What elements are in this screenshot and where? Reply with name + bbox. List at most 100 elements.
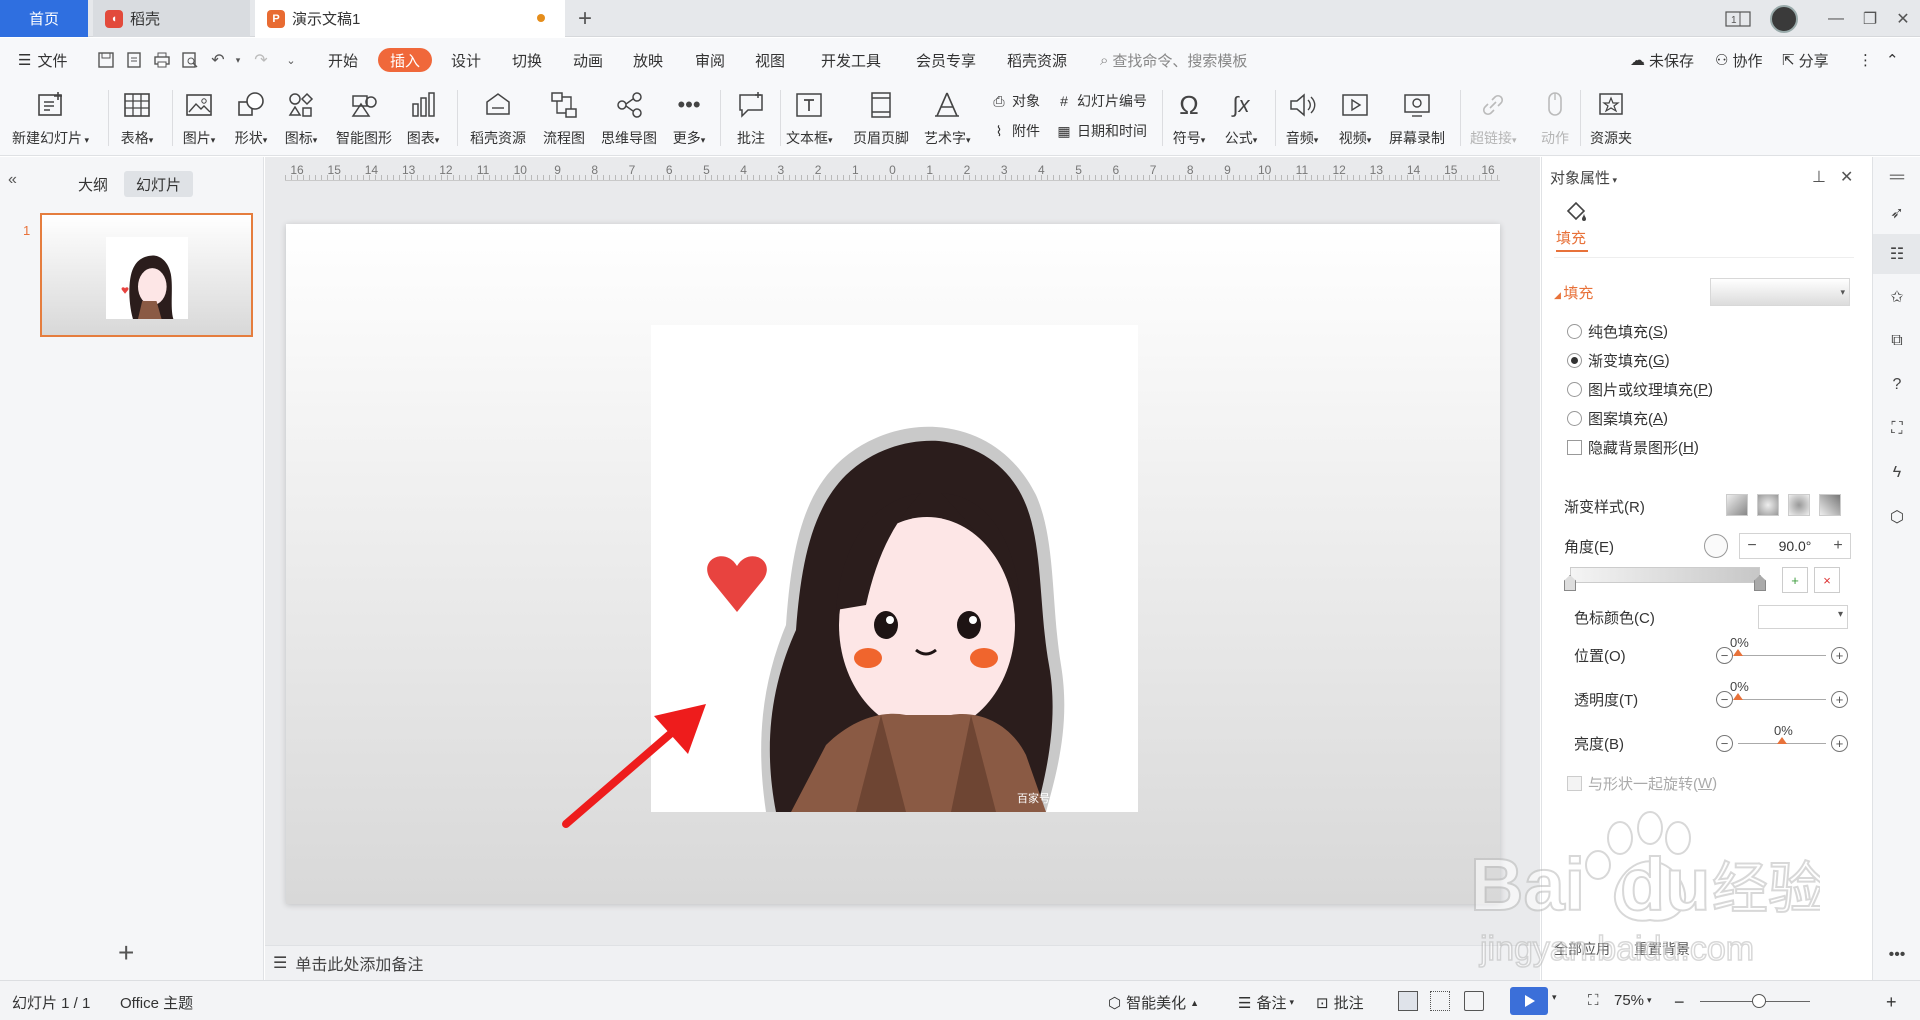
collab-button[interactable]: ⚇ 协作 bbox=[1715, 48, 1762, 72]
apply-all-button[interactable]: 全部应用 bbox=[1554, 939, 1610, 959]
object-properties-icon[interactable]: ☷ bbox=[1873, 234, 1920, 274]
menu-transition[interactable]: 切换 bbox=[512, 48, 542, 72]
undo-icon[interactable]: ↶ bbox=[207, 49, 229, 71]
fit-window-icon[interactable]: ⛶ bbox=[1588, 992, 1599, 1009]
menu-slideshow[interactable]: 放映 bbox=[633, 48, 663, 72]
redo-icon[interactable]: ↷ bbox=[250, 49, 272, 71]
mindmap-button[interactable]: 思维导图 bbox=[601, 84, 657, 154]
flowchart-button[interactable]: 流程图 bbox=[543, 84, 585, 154]
brightness-increment-icon[interactable]: + bbox=[1831, 735, 1848, 752]
help-icon[interactable]: ? bbox=[1885, 373, 1909, 397]
print-icon[interactable] bbox=[151, 49, 173, 71]
gradient-style-path[interactable] bbox=[1819, 494, 1841, 516]
transparency-thumb[interactable] bbox=[1733, 693, 1743, 700]
slide-sorter-icon[interactable] bbox=[1430, 991, 1450, 1011]
slide[interactable]: 百家号 bbox=[286, 224, 1500, 904]
reading-view-icon[interactable] bbox=[1464, 991, 1484, 1011]
wordart-button[interactable]: 艺术字▾ bbox=[924, 84, 971, 154]
menu-design[interactable]: 设计 bbox=[451, 48, 481, 72]
zoom-slider-thumb[interactable] bbox=[1752, 994, 1766, 1008]
zoom-in-icon[interactable]: + bbox=[1886, 992, 1897, 1013]
object-button[interactable]: ⎙ 对象 bbox=[990, 90, 1040, 112]
brightness-decrement-icon[interactable]: − bbox=[1716, 735, 1733, 752]
lightning-icon[interactable]: ϟ bbox=[1885, 461, 1909, 485]
angle-dial[interactable] bbox=[1704, 534, 1728, 558]
menu-animation[interactable]: 动画 bbox=[573, 48, 603, 72]
more-button[interactable]: ••• 更多▾ bbox=[672, 84, 706, 154]
rotate-with-shape-checkbox[interactable] bbox=[1567, 775, 1582, 791]
brightness-slider[interactable]: − 0% + bbox=[1716, 723, 1848, 754]
menu-view[interactable]: 视图 bbox=[755, 48, 785, 72]
comment-toggle-button[interactable]: ⊡ 批注 bbox=[1316, 992, 1364, 1013]
new-tab-button[interactable]: + bbox=[573, 0, 597, 37]
textbox-button[interactable]: 文本框▾ bbox=[786, 84, 833, 154]
close-icon[interactable]: ✕ bbox=[1886, 0, 1920, 37]
header-footer-button[interactable]: 页眉页脚 bbox=[853, 84, 909, 154]
image-edit-icon[interactable]: ⛶ bbox=[1885, 417, 1909, 441]
chart-button[interactable]: 图表▾ bbox=[406, 84, 440, 154]
gradient-style-linear[interactable] bbox=[1726, 494, 1748, 516]
collapse-panel-icon[interactable]: « bbox=[8, 171, 17, 189]
stop-color-dropdown[interactable] bbox=[1758, 605, 1848, 629]
add-slide-button[interactable]: + bbox=[118, 937, 134, 969]
action-button[interactable]: 动作 bbox=[1538, 84, 1572, 154]
brightness-thumb[interactable] bbox=[1777, 737, 1787, 744]
menu-review[interactable]: 审阅 bbox=[695, 48, 725, 72]
audio-button[interactable]: 音频▾ bbox=[1285, 84, 1319, 154]
share-button[interactable]: ⇱ 分享 bbox=[1782, 48, 1829, 72]
menu-start[interactable]: 开始 bbox=[328, 48, 358, 72]
collapse-ribbon-icon[interactable]: ⌃ bbox=[1886, 48, 1899, 72]
angle-spinner[interactable]: − 90.0° + bbox=[1739, 533, 1851, 559]
pattern-fill-radio[interactable] bbox=[1567, 410, 1582, 426]
print-preview-icon[interactable] bbox=[179, 49, 201, 71]
restore-icon[interactable]: ❐ bbox=[1852, 0, 1888, 37]
pin-icon[interactable]: ⊥ bbox=[1812, 167, 1826, 187]
fill-preview-dropdown[interactable]: ▾ bbox=[1710, 278, 1850, 306]
daoke-resources-button[interactable]: 稻壳资源 bbox=[470, 84, 526, 154]
more-menu-icon[interactable]: ⋮ bbox=[1858, 48, 1873, 72]
screen-record-button[interactable]: 屏幕录制 bbox=[1389, 84, 1445, 154]
hide-background-checkbox[interactable] bbox=[1567, 439, 1582, 455]
slide-transition-icon[interactable]: ⧉ bbox=[1885, 329, 1909, 353]
icon-button[interactable]: 图标▾ bbox=[284, 84, 318, 154]
more-options-icon[interactable]: ••• bbox=[1885, 943, 1909, 967]
gradient-style-radial[interactable] bbox=[1757, 494, 1779, 516]
zoom-level[interactable]: 75% ▾ bbox=[1614, 992, 1652, 1009]
add-stop-icon[interactable]: + bbox=[1782, 567, 1808, 593]
notes-toggle-button[interactable]: ☰ 备注 ▾ bbox=[1238, 992, 1294, 1013]
tab-daoke[interactable]: ◖ 稻壳 bbox=[93, 0, 250, 37]
reset-background-button[interactable]: 重置背景 bbox=[1634, 939, 1690, 959]
remove-stop-icon[interactable]: × bbox=[1814, 567, 1840, 593]
new-slide-button[interactable]: 新建幻灯片 ▾ bbox=[12, 84, 89, 154]
angle-value[interactable]: 90.0° bbox=[1764, 538, 1826, 554]
angle-decrement-button[interactable]: − bbox=[1740, 537, 1764, 555]
video-button[interactable]: 视频▾ bbox=[1338, 84, 1372, 154]
zoom-out-icon[interactable]: − bbox=[1674, 992, 1685, 1013]
resource-folder-button[interactable]: 资源夹 bbox=[1590, 84, 1632, 154]
angle-increment-button[interactable]: + bbox=[1826, 537, 1850, 555]
tab-slides[interactable]: 幻灯片 bbox=[124, 171, 194, 197]
picture-fill-option[interactable]: 图片或纹理填充(P) bbox=[1567, 379, 1713, 399]
solid-fill-option[interactable]: 纯色填充(S) bbox=[1567, 321, 1668, 341]
command-search[interactable]: ⌕ 查找命令、搜索模板 bbox=[1100, 50, 1247, 71]
position-increment-icon[interactable]: + bbox=[1831, 647, 1848, 664]
undo-dropdown-icon[interactable]: ▾ bbox=[227, 49, 249, 71]
position-thumb[interactable] bbox=[1733, 649, 1743, 656]
menu-developer[interactable]: 开发工具 bbox=[821, 48, 881, 72]
smart-beautify-button[interactable]: ⬡ 智能美化 ▲ bbox=[1108, 992, 1199, 1013]
solid-fill-radio[interactable] bbox=[1567, 323, 1582, 339]
play-slideshow-button[interactable] bbox=[1510, 987, 1548, 1015]
tab-outline[interactable]: 大纲 bbox=[66, 171, 120, 197]
position-slider[interactable]: − 0% + bbox=[1716, 635, 1848, 666]
user-avatar[interactable] bbox=[1770, 5, 1798, 33]
slide-thumbnail[interactable] bbox=[40, 213, 253, 337]
rotate-with-shape-option[interactable]: 与形状一起旋转(W) bbox=[1567, 773, 1717, 793]
menu-daoke-resources[interactable]: 稻壳资源 bbox=[1007, 48, 1067, 72]
symbol-button[interactable]: Ω 符号▾ bbox=[1172, 84, 1206, 154]
date-time-button[interactable]: ▦ 日期和时间 bbox=[1055, 120, 1147, 142]
properties-title[interactable]: 对象属性 ▾ bbox=[1550, 167, 1617, 188]
menu-membership[interactable]: 会员专享 bbox=[916, 48, 976, 72]
gradient-fill-option[interactable]: 渐变填充(G) bbox=[1567, 350, 1670, 370]
file-menu[interactable]: ☰ 文件 bbox=[18, 48, 67, 72]
tab-home[interactable]: 首页 bbox=[0, 0, 88, 37]
